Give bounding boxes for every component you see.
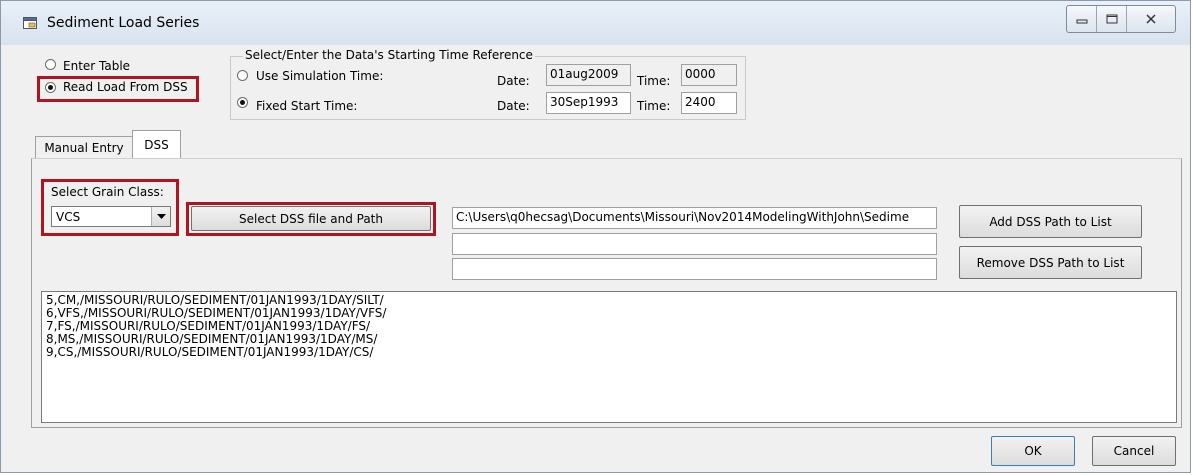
- fixed-time-label: Time:: [637, 99, 671, 113]
- add-dss-path-button[interactable]: Add DSS Path to List: [959, 205, 1142, 238]
- simulation-time-field[interactable]: 0000: [681, 64, 737, 86]
- close-button[interactable]: [1127, 6, 1175, 32]
- tab-dss[interactable]: DSS: [132, 130, 181, 159]
- grain-class-highlight: [41, 179, 179, 236]
- select-dss-file-highlight: [186, 202, 436, 236]
- window-app-icon: [23, 17, 37, 29]
- time-reference-group-title: Select/Enter the Data's Starting Time Re…: [243, 48, 535, 62]
- fixed-date-field[interactable]: 30Sep1993: [546, 92, 631, 114]
- cancel-button[interactable]: Cancel: [1092, 436, 1176, 466]
- window-title: Sediment Load Series: [47, 15, 200, 31]
- fixed-time-field[interactable]: 2400: [681, 92, 737, 114]
- dss-path-field-3[interactable]: [452, 258, 937, 280]
- simulation-time-label: Time:: [637, 74, 671, 88]
- sediment-load-series-window: Sediment Load Series Enter Table Read Lo…: [0, 0, 1191, 473]
- minimize-icon: [1076, 19, 1087, 24]
- maximize-button[interactable]: [1097, 6, 1127, 32]
- tab-manual-entry[interactable]: Manual Entry: [35, 136, 133, 158]
- fixed-date-label: Date:: [497, 99, 530, 113]
- remove-dss-path-button[interactable]: Remove DSS Path to List: [959, 246, 1142, 279]
- dss-path-field-1[interactable]: C:\Users\q0hecsag\Documents\Missouri\Nov…: [452, 207, 937, 229]
- enter-table-radio[interactable]: [45, 59, 56, 70]
- dss-path-list[interactable]: 5,CM,/MISSOURI/RULO/SEDIMENT/01JAN1993/1…: [41, 291, 1177, 423]
- dss-path-field-2[interactable]: [452, 233, 937, 255]
- fixed-start-time-radio[interactable]: [237, 97, 248, 108]
- use-simulation-time-radio[interactable]: [237, 70, 248, 81]
- simulation-date-label: Date:: [497, 74, 530, 88]
- minimize-button[interactable]: [1067, 6, 1097, 32]
- ok-button[interactable]: OK: [991, 436, 1075, 466]
- list-item[interactable]: 9,CS,/MISSOURI/RULO/SEDIMENT/01JAN1993/1…: [46, 346, 1172, 359]
- simulation-date-field[interactable]: 01aug2009: [546, 64, 631, 86]
- enter-table-label: Enter Table: [63, 59, 131, 73]
- title-bar: Sediment Load Series: [1, 1, 1190, 45]
- window-controls: [1066, 5, 1176, 33]
- use-simulation-time-label: Use Simulation Time:: [256, 69, 384, 83]
- read-dss-highlight: [37, 76, 199, 102]
- maximize-icon: [1106, 14, 1117, 24]
- close-icon: [1146, 14, 1156, 24]
- fixed-start-time-label: Fixed Start Time:: [256, 99, 358, 113]
